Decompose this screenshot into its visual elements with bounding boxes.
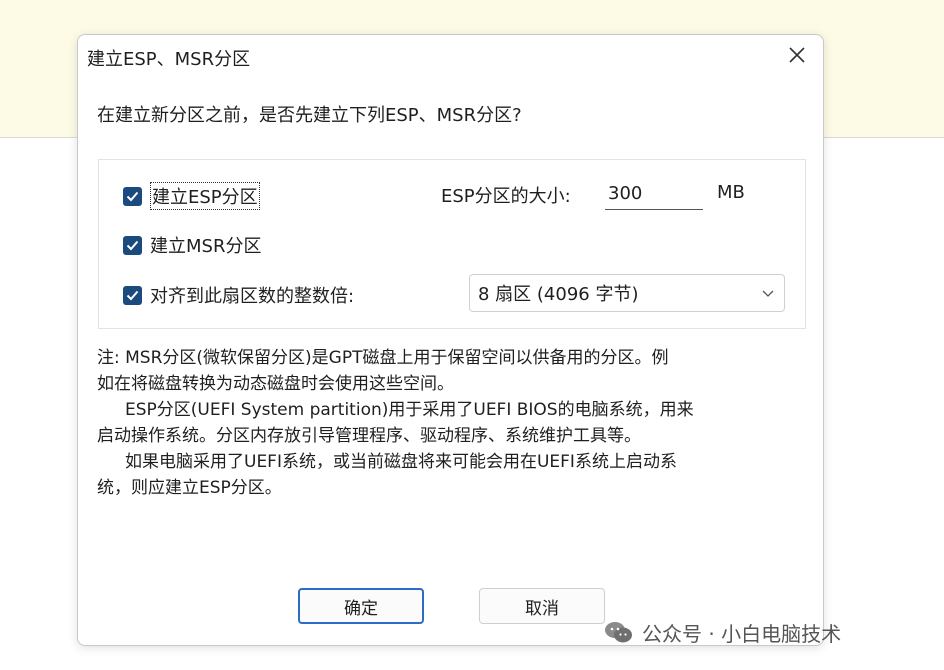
esp-size-unit: MB	[717, 182, 745, 203]
esp-size-label: ESP分区的大小:	[441, 186, 571, 207]
note-line: 注: MSR分区(微软保留分区)是GPT磁盘上用于保留空间以供备用的分区。例	[97, 348, 669, 368]
watermark-text: 公众号 · 小白电脑技术	[642, 622, 842, 646]
note-line: 如在将磁盘转换为动态磁盘时会使用这些空间。	[97, 374, 454, 394]
wechat-icon	[605, 621, 632, 642]
checkmark-icon	[126, 191, 139, 201]
align-sector-select[interactable]: 8 扇区 (4096 字节)	[469, 274, 785, 312]
dialog-title: 建立ESP、MSR分区	[87, 49, 251, 70]
msr-checkbox-row[interactable]: 建立MSR分区	[123, 232, 261, 258]
note-line: 如果电脑采用了UEFI系统，或当前磁盘将来可能会用在UEFI系统上启动系	[125, 452, 677, 472]
esp-msr-dialog: 建立ESP、MSR分区 在建立新分区之前，是否先建立下列ESP、MSR分区? 建…	[77, 34, 824, 646]
ok-button[interactable]: 确定	[298, 588, 424, 624]
align-sector-value: 8 扇区 (4096 字节)	[478, 284, 639, 305]
esp-checkbox-label: 建立ESP分区	[150, 182, 260, 210]
chevron-down-icon	[762, 290, 774, 297]
note-line: 启动操作系统。分区内存放引导管理程序、驱动程序、系统维护工具等。	[97, 426, 641, 446]
msr-checkbox[interactable]	[123, 235, 142, 255]
note-line: 统，则应建立ESP分区。	[97, 478, 282, 498]
notes-text: 注: MSR分区(微软保留分区)是GPT磁盘上用于保留空间以供备用的分区。例 如…	[97, 345, 797, 501]
options-group: 建立ESP分区 ESP分区的大小: MB 建立MSR分区 对齐到此扇区数的整数倍…	[98, 159, 806, 329]
watermark: 公众号 · 小白电脑技术	[604, 618, 841, 647]
esp-checkbox[interactable]	[123, 186, 142, 206]
msr-checkbox-label: 建立MSR分区	[150, 236, 262, 257]
align-checkbox-row[interactable]: 对齐到此扇区数的整数倍:	[123, 282, 354, 308]
cancel-button[interactable]: 取消	[479, 588, 605, 624]
checkmark-icon	[126, 240, 139, 250]
esp-size-input[interactable]	[605, 177, 703, 210]
question-text: 在建立新分区之前，是否先建立下列ESP、MSR分区?	[97, 105, 522, 126]
close-button[interactable]	[785, 43, 809, 67]
esp-checkbox-row[interactable]: 建立ESP分区	[123, 182, 260, 210]
close-icon	[789, 47, 805, 63]
align-checkbox-label: 对齐到此扇区数的整数倍:	[150, 286, 355, 307]
checkmark-icon	[126, 290, 139, 300]
note-line: ESP分区(UEFI System partition)用于采用了UEFI BI…	[125, 400, 694, 420]
align-checkbox[interactable]	[123, 285, 142, 305]
